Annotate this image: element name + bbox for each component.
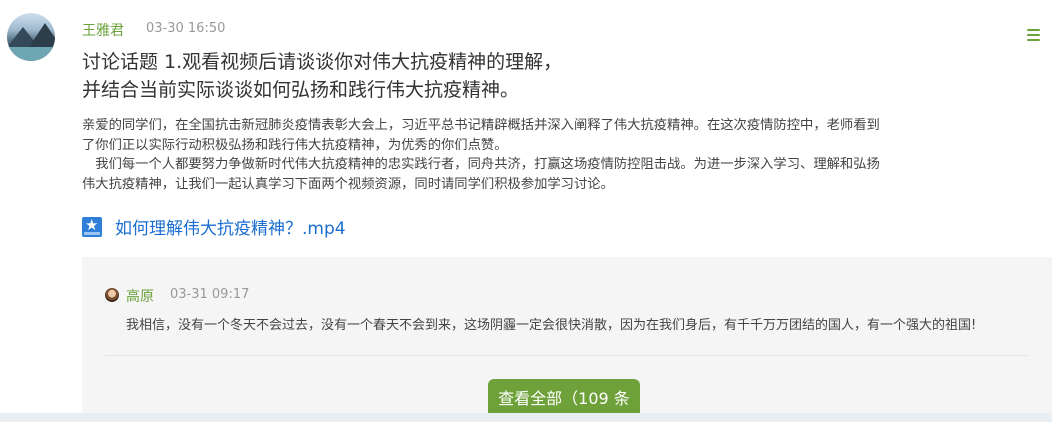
comment-divider <box>105 355 1027 356</box>
more-menu-icon[interactable] <box>1022 24 1048 46</box>
comment-timestamp: 03-31 09:17 <box>170 287 250 302</box>
comments-section: 高原 03-31 09:17 我相信，没有一个冬天不会过去，没有一个春天不会到来… <box>82 257 1052 422</box>
video-file-icon <box>82 216 102 237</box>
body-line: 亲爱的同学们，在全国抗击新冠肺炎疫情表彰大会上，习近平总书记精辟概括并深入阐释了… <box>82 118 880 133</box>
commenter-avatar[interactable] <box>105 288 119 302</box>
post-author-name[interactable]: 王雅君 <box>82 20 124 40</box>
comment-author-name[interactable]: 高原 <box>126 286 154 306</box>
post-title: 讨论话题 1.观看视频后请谈谈你对伟大抗疫精神的理解， 并结合当前实际谈谈如何弘… <box>82 48 982 104</box>
author-avatar[interactable] <box>7 13 55 61</box>
comment-text: 我相信，没有一个冬天不会过去，没有一个春天不会到来，这场阴霾一定会很快消散，因为… <box>126 318 977 333</box>
body-line: 伟大抗疫精神，让我们一起认真学习下面两个视频资源，同时请同学们积极参加学习讨论。 <box>82 176 614 192</box>
post-title-line-1: 讨论话题 1.观看视频后请谈谈你对伟大抗疫精神的理解， <box>82 51 563 73</box>
bottom-bar <box>0 413 1052 422</box>
post-title-line-2: 并结合当前实际谈谈如何弘扬和践行伟大抗疫精神。 <box>82 79 520 101</box>
post-body: 亲爱的同学们，在全国抗击新冠肺炎疫情表彰大会上，习近平总书记精辟概括并深入阐释了… <box>82 116 1048 194</box>
body-line: 了你们正以实际行动积极弘扬和践行伟大抗疫精神，为优秀的你们点赞。 <box>82 137 508 153</box>
video-attachment-link[interactable]: 如何理解伟大抗疫精神？.mp4 <box>82 214 346 239</box>
body-line: 我们每一个人都要努力争做新时代伟大抗疫精神的忠实践行者，同舟共济，打赢这场疫情防… <box>82 157 880 172</box>
attachment-name[interactable]: 如何理解伟大抗疫精神？.mp4 <box>115 214 346 239</box>
post-timestamp: 03-30 16:50 <box>146 21 226 36</box>
